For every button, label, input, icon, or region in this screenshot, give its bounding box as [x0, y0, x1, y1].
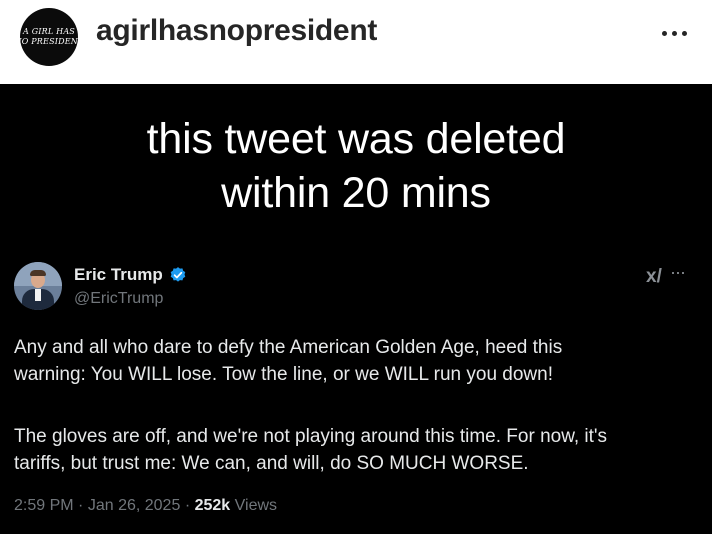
tweet-more-icon: ··· [670, 262, 686, 282]
tweet-meta: 2:59 PM · Jan 26, 2025 · 252k Views [14, 497, 278, 514]
tweet-author-handle: @EricTrump [74, 290, 164, 307]
post-image: this tweet was deleted within 20 mins Er… [0, 84, 712, 534]
tweet-views-count: 252k [194, 497, 231, 514]
avatar-text-line1: A GIRL HAS [23, 27, 75, 36]
tweet-author-name: Eric Trump [74, 265, 187, 285]
avatar-text-line2: NO PRESIDENT [14, 37, 84, 46]
tweet-paragraph-2: The gloves are off, and we're not playin… [14, 423, 704, 477]
tweet-author-avatar [14, 262, 62, 310]
profile-avatar[interactable]: A GIRL HAS NO PRESIDENT [15, 8, 83, 66]
more-horizontal-icon[interactable] [654, 20, 694, 46]
post-header: A GIRL HAS NO PRESIDENT agirlhasnopresid… [0, 0, 712, 84]
username-link[interactable]: agirlhasnopresident [96, 14, 377, 48]
headline: this tweet was deleted within 20 mins [0, 112, 712, 220]
tweet-date: Jan 26, 2025 [87, 497, 181, 514]
tweet-time: 2:59 PM [14, 497, 74, 514]
tweet-views-label: Views [234, 497, 278, 514]
tweet-paragraph-1: Any and all who dare to defy the America… [14, 334, 704, 388]
headline-line2: within 20 mins [221, 169, 491, 217]
tweet-display-name: Eric Trump [74, 265, 163, 284]
headline-line1: this tweet was deleted [146, 115, 566, 163]
tweet-p2-line1: The gloves are off, and we're not playin… [14, 426, 608, 447]
grok-icon: x/ [646, 266, 662, 287]
tweet-p1-line2: warning: You WILL lose. Tow the line, or… [14, 364, 553, 385]
tweet-p2-line2: tariffs, but trust me: We can, and will,… [14, 453, 529, 474]
verified-badge-icon [170, 267, 186, 282]
tweet-p1-line1: Any and all who dare to defy the America… [14, 337, 563, 358]
